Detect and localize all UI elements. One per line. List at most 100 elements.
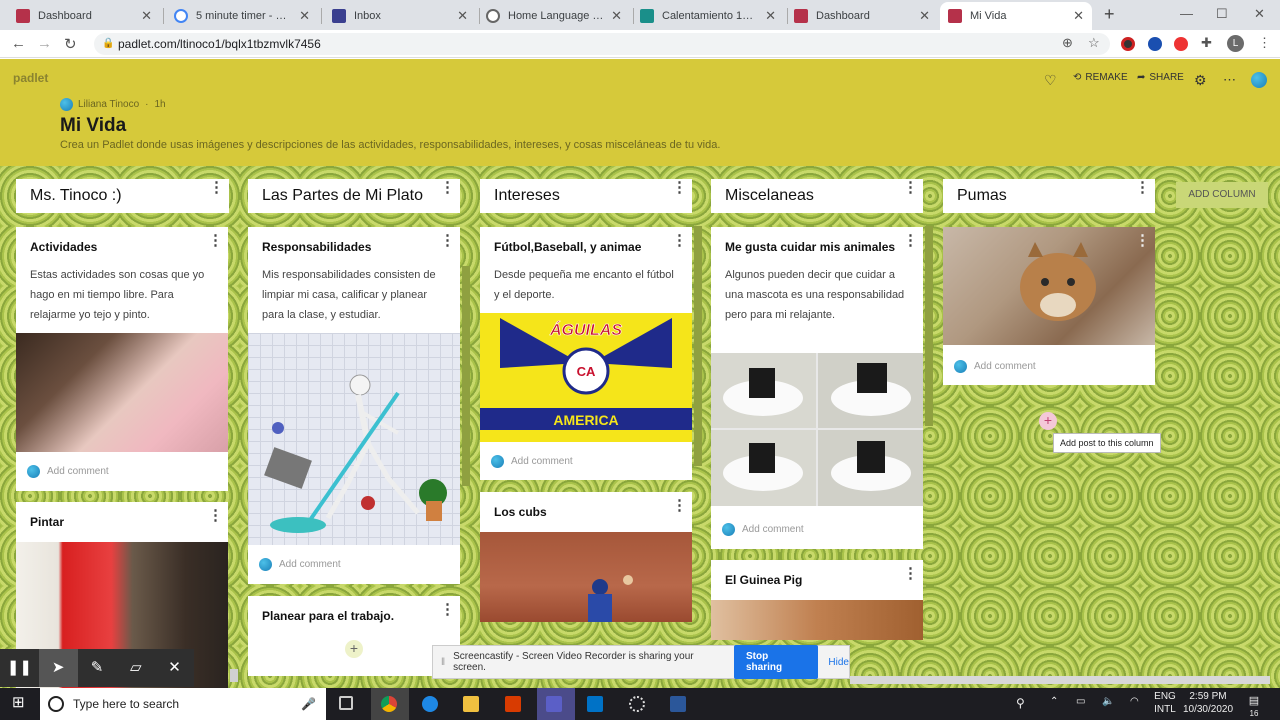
cubs-baseball-photo[interactable] (480, 532, 692, 622)
extension-icon[interactable] (1121, 37, 1135, 51)
post-card[interactable]: Responsabilidades ⋮ Mis responsabilidade… (248, 227, 460, 584)
tray-expand-icon[interactable]: ⌃ (1050, 696, 1058, 707)
loading-app-icon[interactable] (629, 696, 645, 712)
close-window-icon[interactable]: ✕ (1254, 6, 1265, 22)
add-post-button[interactable]: + (1039, 412, 1057, 430)
post-menu-icon[interactable]: ⋮ (440, 602, 455, 617)
menu-kebab-icon[interactable]: ⋮ (1258, 35, 1271, 51)
hide-button[interactable]: Hide (828, 657, 849, 668)
post-menu-icon[interactable]: ⋮ (903, 566, 918, 581)
office-icon[interactable] (505, 696, 521, 712)
stop-sharing-button[interactable]: Stop sharing (734, 645, 819, 679)
tab-timer[interactable]: 5 minute timer - Googl ✕ (166, 2, 318, 30)
close-tab-icon[interactable]: ✕ (141, 8, 152, 24)
outlook-icon[interactable] (587, 696, 603, 712)
guinea-pig-photo[interactable] (711, 600, 923, 640)
eraser-icon[interactable]: ▱ (116, 649, 155, 687)
add-icon[interactable]: ⊕ (1062, 35, 1073, 51)
share-button[interactable]: ➦ SHARE (1137, 72, 1184, 83)
club-america-logo-image[interactable]: CA ÁGUILAS AMERICA (480, 313, 692, 442)
post-menu-icon[interactable]: ⋮ (903, 233, 918, 248)
volume-icon[interactable]: 🔈 (1102, 696, 1114, 707)
tab-inbox[interactable]: Inbox ✕ (324, 2, 476, 30)
column-header[interactable]: Pumas ⋮ (943, 179, 1155, 213)
post-card[interactable]: Actividades ⋮ Estas actividades son cosa… (16, 227, 228, 491)
column-header[interactable]: Ms. Tinoco :) ⋮ (16, 179, 229, 213)
close-tab-icon[interactable]: ✕ (765, 8, 776, 24)
more-options-icon[interactable]: ⋯ (1223, 72, 1236, 88)
tab-dashboard-2[interactable]: Dashboard ✕ (786, 2, 938, 30)
column-menu-icon[interactable]: ⋮ (440, 180, 455, 195)
settings-gear-icon[interactable]: ⚙ (1194, 72, 1207, 89)
post-menu-icon[interactable]: ⋮ (1135, 233, 1150, 248)
microphone-icon[interactable]: 🎤 (301, 688, 316, 720)
close-tab-icon[interactable]: ✕ (611, 8, 622, 24)
reload-icon[interactable]: ↻ (64, 35, 77, 53)
scrollbar[interactable] (694, 226, 702, 466)
tab-language-survey[interactable]: Home Language Surve ✕ (478, 2, 630, 30)
post-card[interactable]: El Guinea Pig ⋮ (711, 560, 923, 640)
battery-icon[interactable]: ▭ (1076, 696, 1085, 707)
task-view-icon[interactable] (339, 696, 353, 710)
notifications-icon[interactable]: ▤ 16 (1244, 694, 1264, 719)
tab-mi-vida[interactable]: Mi Vida ✕ (940, 2, 1092, 30)
close-tab-icon[interactable]: ✕ (299, 8, 310, 24)
post-card[interactable]: Fútbol,Baseball, y animae ⋮ Desde pequeñ… (480, 227, 692, 480)
close-toolbar-icon[interactable]: ✕ (155, 649, 194, 687)
puzzle-extensions-icon[interactable]: ✚ (1201, 35, 1212, 51)
post-card[interactable]: Planear para el trabajo. ⋮ (248, 596, 460, 676)
profile-avatar[interactable]: L (1227, 35, 1244, 52)
post-menu-icon[interactable]: ⋮ (672, 233, 687, 248)
add-comment[interactable]: Add comment (722, 523, 804, 536)
column-menu-icon[interactable]: ⋮ (1135, 180, 1150, 195)
scrollbar[interactable] (230, 669, 238, 682)
column-menu-icon[interactable]: ⋮ (209, 180, 224, 195)
add-post-button[interactable]: + (345, 640, 363, 658)
tab-dashboard-1[interactable]: Dashboard ✕ (8, 2, 160, 30)
padlet-account-icon[interactable] (1251, 72, 1267, 88)
horizontal-scrollbar[interactable] (850, 676, 1270, 684)
tab-calentamiento[interactable]: Calentamiento 10.30.2 ✕ (632, 2, 784, 30)
close-tab-icon[interactable]: ✕ (919, 8, 930, 24)
post-menu-icon[interactable]: ⋮ (672, 498, 687, 513)
post-menu-icon[interactable]: ⋮ (440, 233, 455, 248)
close-tab-icon[interactable]: ✕ (457, 8, 468, 24)
add-comment[interactable]: Add comment (27, 465, 109, 478)
puma-photo[interactable] (943, 227, 1155, 345)
extension-icon[interactable] (1148, 37, 1162, 51)
dog-meme-image[interactable] (711, 353, 923, 506)
add-comment[interactable]: Add comment (259, 558, 341, 571)
windows-start-icon[interactable]: ⊞ (12, 693, 28, 711)
taskbar-search-box[interactable]: Type here to search 🎤 (40, 688, 326, 720)
drag-handle-icon[interactable]: ‖ (441, 657, 445, 668)
column-header[interactable]: Intereses ⋮ (480, 179, 692, 213)
url-field[interactable]: 🔒 padlet.com/ltinoco1/bqlx1tbzmvlk7456 (94, 33, 1110, 55)
pause-icon[interactable]: ❚❚ (0, 649, 39, 687)
file-explorer-icon[interactable] (463, 696, 479, 712)
skeleton-cleaning-image[interactable] (248, 333, 460, 545)
edge-icon[interactable] (422, 696, 438, 712)
back-icon[interactable]: ← (11, 35, 26, 52)
padlet-logo[interactable]: padlet (13, 71, 48, 85)
remake-button[interactable]: ⟲ REMAKE (1073, 72, 1128, 83)
people-icon[interactable]: ⚲ (1016, 696, 1025, 710)
language-indicator[interactable]: ENG INTL (1150, 690, 1180, 716)
post-menu-icon[interactable]: ⋮ (208, 233, 223, 248)
maximize-icon[interactable]: ☐ (1216, 6, 1228, 22)
pen-icon[interactable]: ✎ (78, 649, 117, 687)
scrollbar[interactable] (925, 226, 933, 426)
column-header[interactable]: Las Partes de Mi Plato ⋮ (248, 179, 460, 213)
bookmark-star-icon[interactable]: ☆ (1088, 35, 1100, 51)
clock[interactable]: 2:59 PM 10/30/2020 (1180, 690, 1236, 716)
add-comment[interactable]: Add comment (491, 455, 573, 468)
add-column-button[interactable]: ADD COLUMN (1176, 182, 1268, 208)
wifi-icon[interactable]: ◠ (1130, 696, 1139, 707)
knitting-photo[interactable] (16, 333, 228, 452)
add-comment[interactable]: Add comment (954, 360, 1036, 373)
word-icon[interactable] (670, 696, 686, 712)
forward-icon[interactable]: → (37, 35, 52, 52)
scrollbar[interactable] (462, 266, 470, 486)
post-card[interactable]: ⋮ Add comment (943, 227, 1155, 385)
heart-icon[interactable]: ♡ (1044, 72, 1057, 89)
post-menu-icon[interactable]: ⋮ (208, 508, 223, 523)
